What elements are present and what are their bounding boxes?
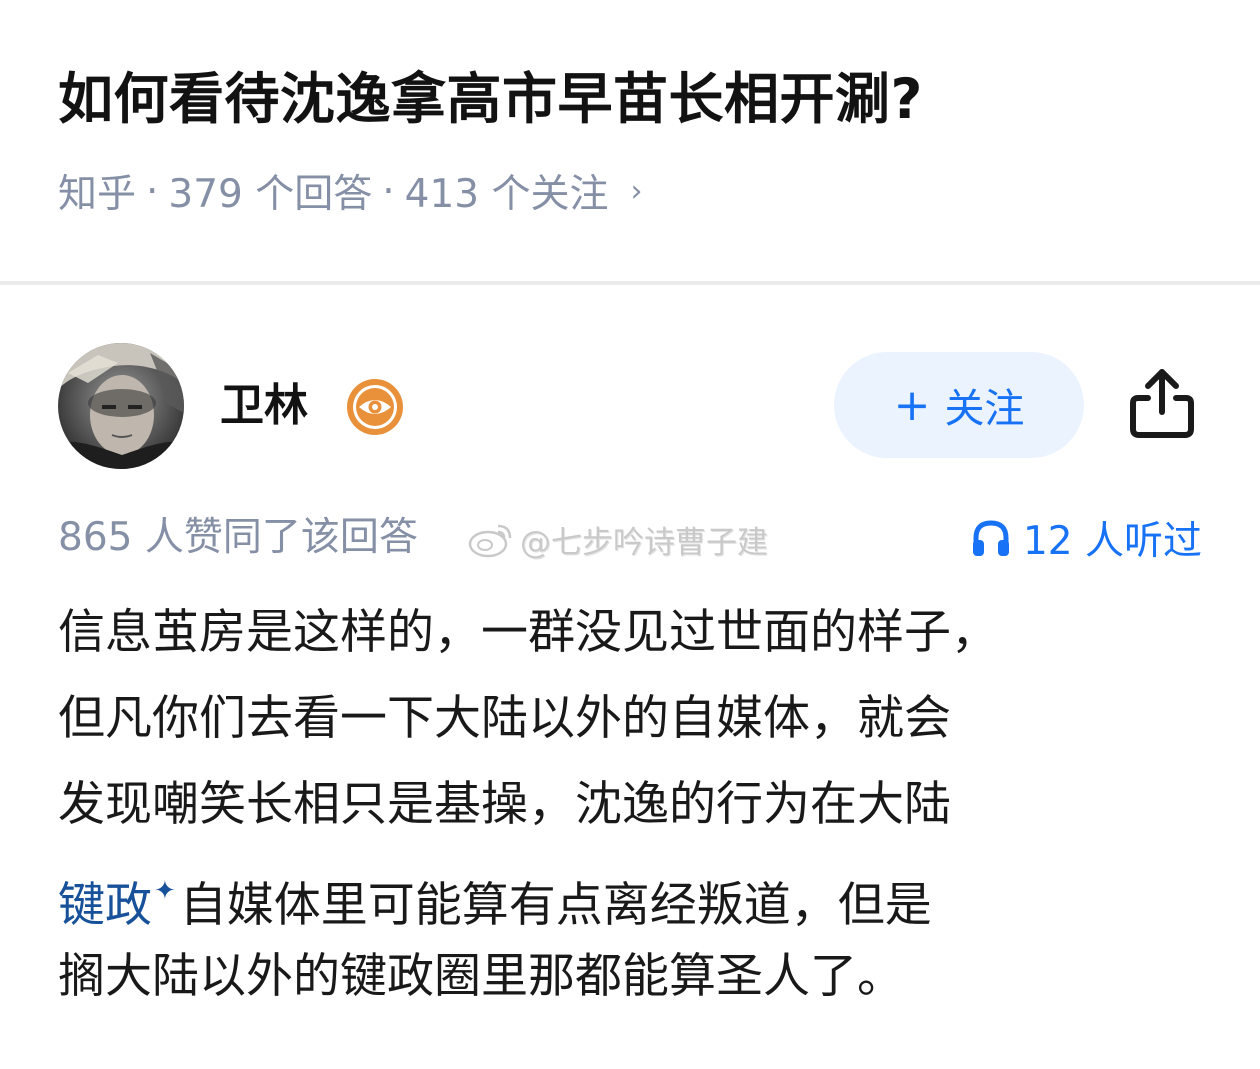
watermark-text: @七步吟诗曹子建 [520,524,768,561]
answer-content[interactable]: 信息茧房是这样的，一群没见过世面的样子， 但凡你们去看一下大陆以外的自媒体，就会… [58,590,1208,1020]
author-avatar[interactable] [58,343,184,469]
weibo-logo-icon [468,524,512,558]
content-line: 发现嘲笑长相只是基操，沈逸的行为在大陆 [58,777,951,832]
meta-separator: · [146,168,159,214]
content-line: 信息茧房是这样的，一群没见过世面的样子， [58,605,998,660]
follow-button[interactable]: + 关注 [834,352,1084,458]
question-title[interactable]: 如何看待沈逸拿高市早苗长相开涮? [58,56,1218,142]
content-line: 搁大陆以外的键政圈里那都能算圣人了。 [58,949,904,1004]
plus-icon: + [893,379,931,431]
headphones-icon [972,520,1009,556]
vote-count: 865 人赞同了该回答 [58,515,418,560]
keyword-link[interactable]: 键政 [58,878,152,933]
section-divider [0,281,1260,285]
sparkle-icon: ✦ [154,876,176,906]
listen-count[interactable]: 12 人听过 [971,510,1202,566]
answer-count: 379 个回答 [168,172,373,217]
question-meta[interactable]: 知乎 · 379 个回答 · 413 个关注 › [58,163,643,219]
content-line: 键政✦自媒体里可能算有点离经叛道，但是 [58,848,1208,934]
content-text: 自媒体里可能算有点离经叛道，但是 [179,878,932,933]
author-name[interactable]: 卫林 [220,376,308,436]
chevron-right-icon: › [630,173,643,209]
listen-count-label: 12 人听过 [1022,519,1202,564]
weibo-watermark: @七步吟诗曹子建 [468,514,768,564]
follow-label: 关注 [944,386,1025,432]
follower-count: 413 个关注 [404,172,609,217]
eye-badge-icon [345,377,405,437]
source-label: 知乎 [58,172,137,217]
meta-separator: · [382,168,395,214]
content-line: 但凡你们去看一下大陆以外的自媒体，就会 [58,691,951,746]
share-icon[interactable] [1128,366,1196,440]
